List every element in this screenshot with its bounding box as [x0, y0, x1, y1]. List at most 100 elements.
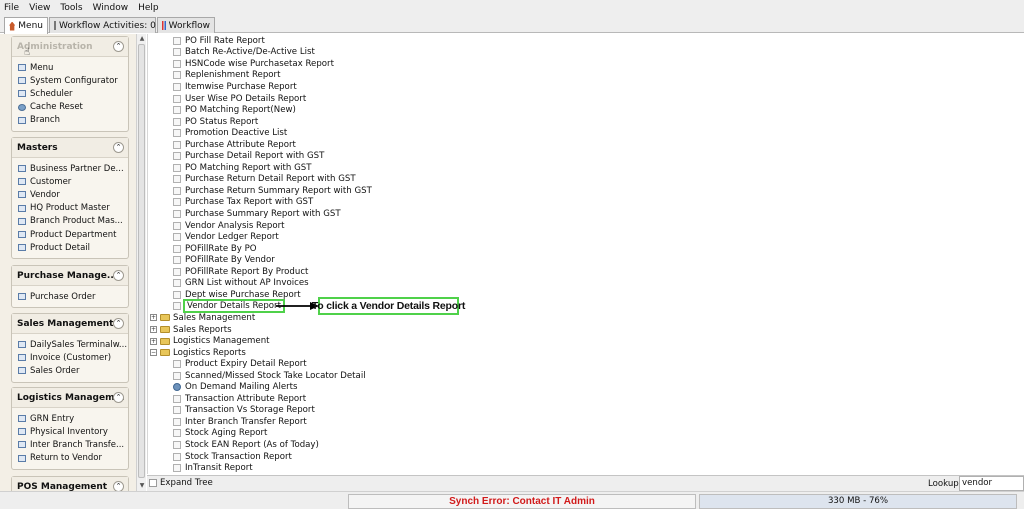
- scroll-up-icon[interactable]: ▲: [138, 35, 146, 43]
- tree-item[interactable]: Vendor Details Report: [173, 299, 285, 314]
- tree-folder[interactable]: + Logistics Management: [150, 335, 270, 347]
- lookup-input[interactable]: vendor: [959, 476, 1024, 491]
- sidebar-item[interactable]: Business Partner De...: [12, 162, 128, 175]
- menu-help[interactable]: Help: [138, 3, 159, 13]
- report-icon: [173, 175, 181, 184]
- sidebar-panel-title[interactable]: Logistics Managem... ⌃: [12, 388, 128, 408]
- tree-item[interactable]: Batch Re-Active/De-Active List: [173, 47, 315, 59]
- tree-item[interactable]: POFillRate Report By Product: [173, 266, 308, 278]
- sidebar-item[interactable]: Branch Product Mas...: [12, 215, 128, 228]
- tree-item[interactable]: Product Expiry Detail Report: [173, 358, 307, 370]
- tree-item-label: Batch Re-Active/De-Active List: [185, 47, 315, 58]
- status-error-message[interactable]: Synch Error: Contact IT Admin: [348, 494, 696, 509]
- tree-item[interactable]: Purchase Detail Report with GST: [173, 151, 324, 163]
- tab-workflow-activities[interactable]: Workflow Activities: 0: [49, 17, 156, 33]
- tree-item[interactable]: Inter Branch Transfer Report: [173, 416, 307, 428]
- tree-item[interactable]: PO Status Report: [173, 116, 258, 128]
- menu-file[interactable]: File: [4, 3, 19, 13]
- collapse-icon[interactable]: ⌃: [113, 392, 124, 403]
- sidebar-item[interactable]: Physical Inventory: [12, 425, 128, 438]
- tree-item[interactable]: POFillRate By PO: [173, 243, 257, 255]
- tree-item-label: Stock Aging Report: [185, 428, 268, 439]
- sidebar-panel-title[interactable]: POS Management ⌃: [12, 477, 128, 491]
- sidebar-item[interactable]: Branch: [12, 114, 128, 127]
- tree-item[interactable]: PO Fill Rate Report: [173, 35, 265, 47]
- sidebar-scrollbar[interactable]: ▲ ▼: [136, 34, 146, 491]
- tree-item[interactable]: Vendor Ledger Report: [173, 231, 279, 243]
- sidebar-item[interactable]: Sales Order: [12, 364, 128, 377]
- memory-indicator[interactable]: 330 MB - 76%: [699, 494, 1017, 509]
- sidebar-item[interactable]: Cache Reset: [12, 101, 128, 114]
- tree-item[interactable]: Purchase Summary Report with GST: [173, 208, 341, 220]
- tree-item[interactable]: Dept wise Purchase Report: [173, 289, 301, 301]
- collapse-icon[interactable]: ⌃: [113, 318, 124, 329]
- sidebar-item[interactable]: DailySales Terminalw...: [12, 338, 128, 351]
- sidebar-panel-title[interactable]: Sales Management ⌃: [12, 314, 128, 334]
- collapse-icon[interactable]: ⌃: [113, 41, 124, 52]
- tree-item[interactable]: Replenishment Report: [173, 70, 280, 82]
- menu-window[interactable]: Window: [93, 3, 129, 13]
- tree-item[interactable]: Vendor Analysis Report: [173, 220, 285, 232]
- sidebar-item[interactable]: GRN Entry: [12, 412, 128, 425]
- tree-item[interactable]: Stock EAN Report (As of Today): [173, 439, 319, 451]
- expand-icon[interactable]: +: [150, 337, 157, 345]
- tree-folder[interactable]: − Logistics Reports: [150, 347, 246, 359]
- scrollbar-thumb[interactable]: [138, 44, 145, 478]
- tree-folder[interactable]: + Sales Management: [150, 312, 255, 324]
- tree-item[interactable]: Promotion Deactive List: [173, 127, 287, 139]
- tab-menu[interactable]: Menu: [4, 17, 48, 34]
- tree-folder[interactable]: + Sales Reports: [150, 324, 232, 336]
- tree-item[interactable]: Stock Aging Report: [173, 428, 267, 440]
- tree-item[interactable]: PO Matching Report(New): [173, 104, 296, 116]
- collapse-icon[interactable]: ⌃: [113, 481, 124, 491]
- sidebar-item-label: Physical Inventory: [30, 426, 108, 437]
- tab-workflow[interactable]: Workflow: [157, 17, 215, 33]
- expand-icon[interactable]: +: [150, 326, 157, 333]
- folder-icon: [160, 349, 170, 357]
- collapse-icon[interactable]: ⌃: [113, 142, 124, 153]
- sidebar-item[interactable]: Inter Branch Transfe...: [12, 438, 128, 451]
- tree-item[interactable]: On Demand Mailing Alerts: [173, 382, 298, 394]
- window-icon: [18, 415, 26, 423]
- tree-item[interactable]: Transaction Vs Storage Report: [173, 405, 315, 417]
- sidebar-item[interactable]: System Configurator: [12, 74, 128, 87]
- tree-item[interactable]: Purchase Attribute Report: [173, 139, 296, 151]
- sidebar-item[interactable]: Product Detail: [12, 241, 128, 254]
- tree-item[interactable]: GRN List without AP Invoices: [173, 278, 309, 290]
- tree-item[interactable]: POFillRate By Vendor: [173, 254, 275, 266]
- tree-item[interactable]: Purchase Return Summary Report with GST: [173, 185, 372, 197]
- collapse-icon[interactable]: −: [150, 349, 157, 357]
- sidebar-item[interactable]: Customer: [12, 175, 128, 188]
- sidebar-panel-title[interactable]: Masters ⌃: [12, 138, 128, 158]
- sidebar-item[interactable]: Vendor: [12, 188, 128, 201]
- tree-item[interactable]: Transaction Attribute Report: [173, 393, 306, 405]
- tree-item[interactable]: Scanned/Missed Stock Take Locator Detail: [173, 370, 366, 382]
- tree-item[interactable]: Purchase Return Detail Report with GST: [173, 174, 356, 186]
- collapse-icon[interactable]: ⌃: [113, 270, 124, 281]
- menu-tools[interactable]: Tools: [60, 3, 82, 13]
- tree-item[interactable]: Purchase Tax Report with GST: [173, 197, 313, 209]
- sidebar-item[interactable]: Product Department: [12, 228, 128, 241]
- sidebar-item[interactable]: Return to Vendor: [12, 452, 128, 465]
- expand-tree-checkbox[interactable]: Expand Tree: [149, 478, 213, 488]
- tree-item[interactable]: User Wise PO Details Report: [173, 93, 306, 105]
- tree-item-label: Purchase Return Summary Report with GST: [185, 185, 372, 196]
- report-icon: [173, 233, 181, 242]
- tree-item[interactable]: Stock Transaction Report: [173, 451, 292, 463]
- sidebar-panel-title[interactable]: Purchase Manage... ⌃: [12, 266, 128, 286]
- tree-item[interactable]: InTransit Report: [173, 462, 253, 474]
- menu-view[interactable]: View: [29, 3, 50, 13]
- scroll-down-icon[interactable]: ▼: [138, 482, 146, 490]
- sidebar-item[interactable]: Invoice (Customer): [12, 351, 128, 364]
- sidebar-item[interactable]: Menu: [12, 61, 128, 74]
- sidebar-item[interactable]: Purchase Order: [12, 290, 128, 303]
- sidebar-item[interactable]: HQ Product Master: [12, 202, 128, 215]
- report-icon: [173, 82, 181, 91]
- sidebar-item-label: GRN Entry: [30, 413, 75, 424]
- expand-icon[interactable]: +: [150, 314, 157, 322]
- tree-item[interactable]: PO Matching Report with GST: [173, 162, 311, 174]
- sidebar-item[interactable]: Scheduler: [12, 87, 128, 100]
- tree-item[interactable]: Itemwise Purchase Report: [173, 81, 297, 93]
- tree-item[interactable]: HSNCode wise Purchasetax Report: [173, 58, 334, 70]
- tree-item-label: POFillRate Report By Product: [185, 266, 309, 277]
